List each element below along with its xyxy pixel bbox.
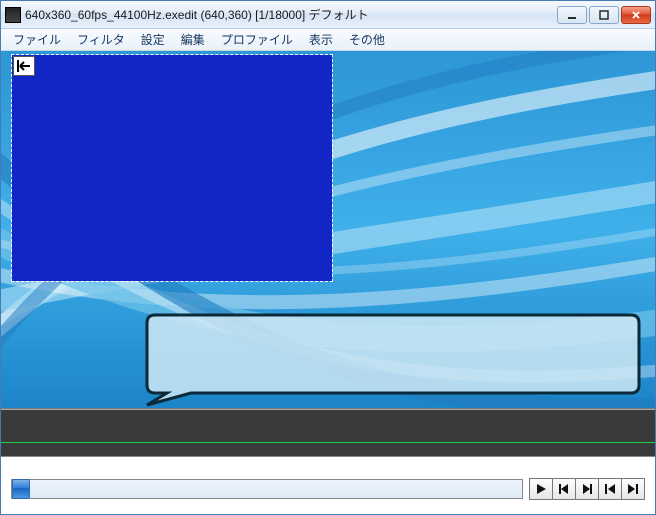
control-bar bbox=[1, 457, 655, 514]
timeline-marker-line bbox=[1, 442, 655, 443]
anchor-handle[interactable] bbox=[13, 56, 35, 76]
maximize-icon bbox=[598, 9, 610, 21]
seek-thumb[interactable] bbox=[12, 479, 30, 499]
window-title: 640x360_60fps_44100Hz.exedit (640,360) [… bbox=[25, 6, 557, 23]
go-start-icon bbox=[603, 482, 617, 496]
menu-settings[interactable]: 設定 bbox=[135, 29, 171, 50]
step-forward-icon bbox=[580, 482, 594, 496]
menu-other[interactable]: その他 bbox=[343, 29, 391, 50]
menu-view[interactable]: 表示 bbox=[303, 29, 339, 50]
app-window: 640x360_60fps_44100Hz.exedit (640,360) [… bbox=[0, 0, 656, 515]
maximize-button[interactable] bbox=[589, 6, 619, 24]
menubar: ファイル フィルタ 設定 編集 プロファイル 表示 その他 bbox=[1, 29, 655, 51]
close-icon bbox=[630, 9, 642, 21]
step-back-button[interactable] bbox=[552, 478, 576, 500]
playback-controls bbox=[529, 478, 645, 500]
play-icon bbox=[534, 482, 548, 496]
preview-area[interactable] bbox=[1, 51, 655, 409]
go-end-icon bbox=[626, 482, 640, 496]
menu-edit[interactable]: 編集 bbox=[175, 29, 211, 50]
step-forward-button[interactable] bbox=[575, 478, 599, 500]
timeline-strip[interactable] bbox=[1, 409, 655, 457]
go-end-button[interactable] bbox=[621, 478, 645, 500]
window-buttons bbox=[557, 6, 651, 24]
play-button[interactable] bbox=[529, 478, 553, 500]
menu-file[interactable]: ファイル bbox=[7, 29, 67, 50]
titlebar[interactable]: 640x360_60fps_44100Hz.exedit (640,360) [… bbox=[1, 1, 655, 29]
seek-slider[interactable] bbox=[11, 479, 523, 499]
minimize-icon bbox=[566, 9, 578, 21]
go-start-button[interactable] bbox=[598, 478, 622, 500]
preview-object-rect[interactable] bbox=[12, 55, 332, 281]
minimize-button[interactable] bbox=[557, 6, 587, 24]
menu-profile[interactable]: プロファイル bbox=[215, 29, 299, 50]
step-back-icon bbox=[557, 482, 571, 496]
app-icon bbox=[5, 7, 21, 23]
speech-bubble-object[interactable] bbox=[143, 313, 641, 407]
close-button[interactable] bbox=[621, 6, 651, 24]
menu-filter[interactable]: フィルタ bbox=[71, 29, 131, 50]
anchor-left-icon bbox=[14, 57, 34, 75]
